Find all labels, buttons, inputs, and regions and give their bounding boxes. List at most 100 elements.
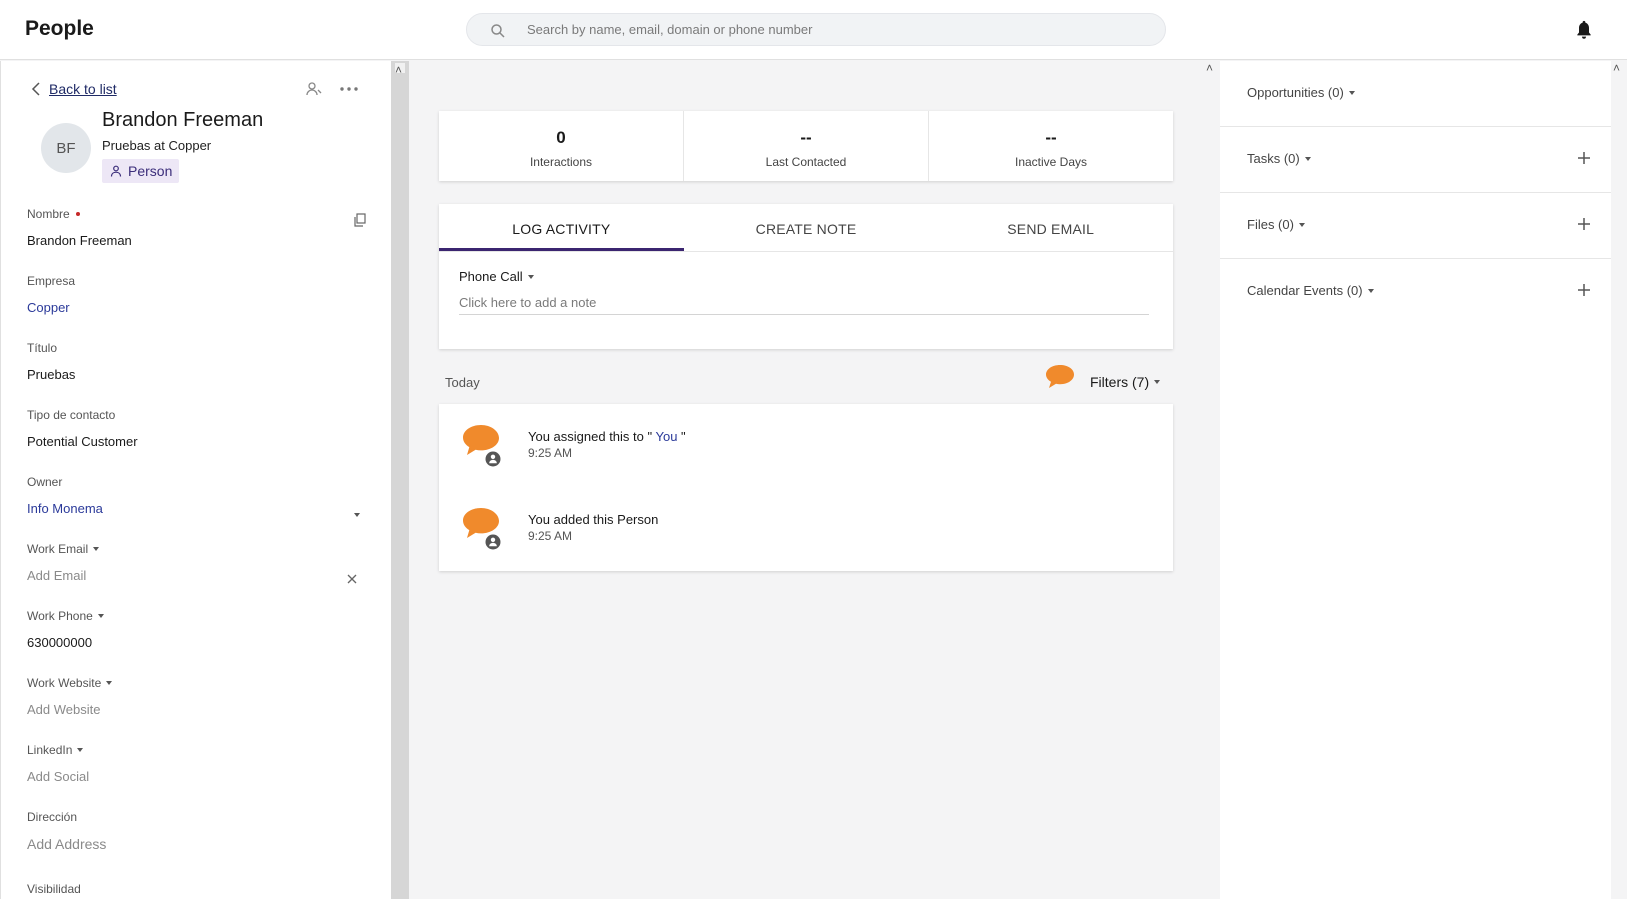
field-direccion: Dirección Add Address [27,810,367,852]
tab-send-email[interactable]: SEND EMAIL [928,204,1173,251]
search-bar[interactable] [466,13,1166,46]
avatar: BF [41,123,91,173]
scroll-up-icon[interactable]: ˄ [395,63,405,77]
chevron-down-icon [1367,288,1374,293]
follow-person-icon[interactable] [306,81,322,97]
field-tipo-contacto: Tipo de contacto Potential Customer [27,408,367,449]
stat-last-contacted: -- Last Contacted [684,111,929,181]
speech-bubble-icon [1046,365,1074,388]
field-label: Empresa [27,274,76,288]
section-calendar-events: Calendar Events (0) [1220,259,1611,325]
search-icon [491,24,505,38]
chevron-down-icon [97,614,104,618]
tipo-contacto-select[interactable]: Potential Customer [27,434,367,449]
work-phone-value[interactable]: 630000000 [27,635,367,650]
speech-bubble-icon [463,508,502,551]
section-label: Files (0) [1247,217,1294,232]
field-work-phone: Work Phone 630000000 [27,609,367,650]
top-header: People [0,0,1627,60]
feed-text: You added this Person [528,512,659,527]
section-toggle[interactable]: Opportunities (0) [1247,85,1355,100]
stat-caption: Interactions [529,155,593,169]
field-linkedin: LinkedIn Add Social [27,743,367,784]
list-item[interactable]: You assigned this to " You " 9:25 AM [459,422,1149,482]
section-label: Calendar Events (0) [1247,283,1363,298]
stat-interactions: 0 Interactions [439,111,684,181]
field-empresa: Empresa Copper [27,274,367,315]
feed-text-before: You assigned this to " [528,429,653,444]
add-file-icon[interactable] [1577,217,1591,231]
field-label: Título [27,341,58,355]
titulo-value[interactable]: Pruebas [27,367,367,382]
bell-icon[interactable] [1574,19,1594,41]
required-dot-icon [75,212,80,216]
stat-inactive-days: -- Inactive Days [929,111,1173,181]
back-to-list-link[interactable]: Back to list [31,81,117,97]
add-event-icon[interactable] [1577,283,1591,297]
field-titulo: Título Pruebas [27,341,367,382]
chevron-down-icon [1154,380,1161,384]
filters-label: Filters (7) [1090,374,1150,390]
section-tasks: Tasks (0) [1220,127,1611,193]
person-subtitle: Pruebas at Copper [102,138,212,153]
assignee-link[interactable]: You [652,429,677,444]
feed-time: 9:25 AM [528,446,573,460]
stat-value: -- [1045,128,1057,147]
filters-dropdown[interactable]: Filters (7) [1090,374,1161,390]
chevron-down-icon [93,547,100,551]
activity-tabs: LOG ACTIVITY CREATE NOTE SEND EMAIL [439,204,1173,252]
left-scrollbar[interactable]: ˄ [391,61,409,899]
section-label: Tasks (0) [1247,151,1300,166]
activity-type-label: Phone Call [459,269,523,284]
list-item[interactable]: You added this Person 9:25 AM [459,505,1149,565]
back-label: Back to list [49,81,117,97]
stat-value: -- [800,128,812,147]
nombre-value[interactable]: Brandon Freeman [27,233,367,248]
activity-feed: You assigned this to " You " 9:25 AM You… [439,404,1173,571]
more-options-icon[interactable] [339,81,359,97]
section-opportunities: Opportunities (0) [1220,61,1611,127]
field-label: Visibilidad [27,882,81,896]
activity-type-select[interactable]: Phone Call [459,269,534,284]
stat-caption: Last Contacted [765,155,847,169]
field-label: Nombre [27,207,70,221]
add-task-icon[interactable] [1577,151,1591,165]
work-website-input[interactable]: Add Website [27,702,367,717]
field-work-email: Work Email Add Email [27,542,367,583]
chevron-down-icon [1298,222,1305,227]
feed-group-label: Today [445,375,480,390]
tab-create-note[interactable]: CREATE NOTE [684,204,929,251]
section-label: Opportunities (0) [1247,85,1344,100]
field-label: Tipo de contacto [27,408,116,422]
owner-link[interactable]: Info Monema [27,501,367,516]
field-label: Work Phone [27,609,93,623]
page-title: People [25,17,94,40]
field-label: Dirección [27,810,78,824]
feed-time: 9:25 AM [528,529,573,543]
field-owner: Owner Info Monema [27,475,367,516]
feed-text: You assigned this to " You " [528,429,686,444]
section-toggle[interactable]: Calendar Events (0) [1247,283,1374,298]
section-toggle[interactable]: Files (0) [1247,217,1305,232]
address-input[interactable]: Add Address [27,836,367,852]
field-work-website: Work Website Add Website [27,676,367,717]
scroll-up-icon[interactable]: ˄ [1206,61,1213,75]
note-input[interactable] [459,291,1149,315]
field-label: Owner [27,475,63,489]
linkedin-input[interactable]: Add Social [27,769,367,784]
empresa-link[interactable]: Copper [27,300,367,315]
section-toggle[interactable]: Tasks (0) [1247,151,1311,166]
stat-value: 0 [556,128,566,147]
chevron-down-icon [1348,90,1355,95]
field-label: LinkedIn [27,743,73,757]
chevron-down-icon [527,274,534,279]
chevron-down-icon [1304,156,1311,161]
record-type-badge: Person [102,159,180,183]
work-email-input[interactable]: Add Email [27,568,367,583]
tab-log-activity[interactable]: LOG ACTIVITY [439,204,684,251]
scroll-up-icon[interactable]: ˄ [1613,61,1620,75]
field-nombre: Nombre Brandon Freeman [27,207,367,248]
related-items-panel: Opportunities (0) Tasks (0) Files (0) Ca… [1220,61,1611,899]
search-input[interactable] [527,14,1147,45]
chevron-left-icon [31,82,40,96]
